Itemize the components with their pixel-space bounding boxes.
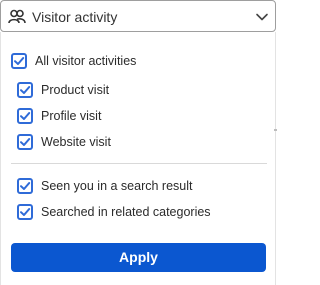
dropdown-label: Visitor activity xyxy=(32,9,118,25)
option-label: Profile visit xyxy=(41,109,102,123)
scroll-edge-marker xyxy=(274,129,277,131)
checkbox[interactable] xyxy=(17,82,33,98)
checkbox[interactable] xyxy=(17,134,33,150)
apply-button[interactable]: Apply xyxy=(11,243,266,272)
option-all-visitor-activities[interactable]: All visitor activities xyxy=(11,50,136,72)
option-searched-related-categories[interactable]: Searched in related categories xyxy=(17,201,211,223)
chevron-down-icon[interactable] xyxy=(255,10,269,24)
option-seen-in-search[interactable]: Seen you in a search result xyxy=(17,175,192,197)
option-product-visit[interactable]: Product visit xyxy=(17,79,109,101)
visitor-activity-dropdown[interactable]: Visitor activity xyxy=(0,0,276,32)
checkbox[interactable] xyxy=(17,204,33,220)
checkbox[interactable] xyxy=(17,178,33,194)
checkbox[interactable] xyxy=(17,108,33,124)
option-label: Website visit xyxy=(41,135,111,149)
section-divider xyxy=(11,163,267,164)
option-label: All visitor activities xyxy=(35,54,137,68)
option-label: Seen you in a search result xyxy=(41,179,193,193)
activity-options-panel: All visitor activities Product visit Pro… xyxy=(0,32,277,285)
option-profile-visit[interactable]: Profile visit xyxy=(17,105,101,127)
people-icon xyxy=(8,9,26,25)
option-website-visit[interactable]: Website visit xyxy=(17,131,111,153)
option-label: Searched in related categories xyxy=(41,205,211,219)
visitor-activity-filter: Visitor activity All visitor activities … xyxy=(0,0,278,285)
checkbox[interactable] xyxy=(11,53,27,69)
option-label: Product visit xyxy=(41,83,110,97)
